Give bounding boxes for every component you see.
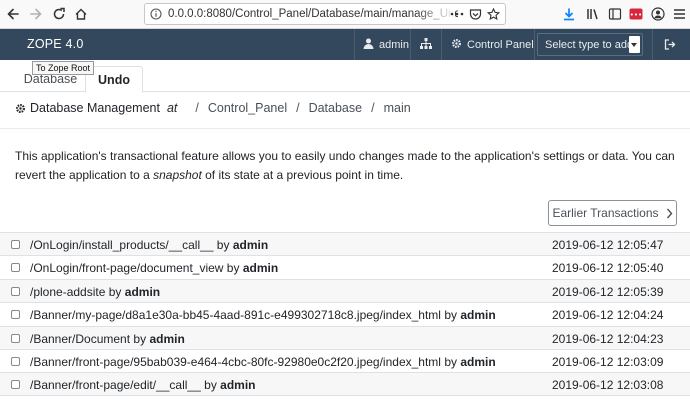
brand-logo[interactable]: ZOPE 4.0 (27, 37, 83, 51)
browser-toolbar: 0.0.0.0:8080/Control_Panel/Database/main… (0, 0, 690, 29)
transaction-path: /OnLogin/front-page/document_view (30, 261, 224, 276)
gear-icon (15, 103, 26, 114)
svg-text:•••: ••• (630, 11, 642, 19)
breadcrumb-separator: / (296, 101, 300, 115)
row-checkbox[interactable] (11, 240, 20, 249)
breadcrumb: Database Management at / Control_Panel /… (15, 101, 411, 115)
user-menu[interactable]: admin (363, 38, 409, 52)
star-icon[interactable] (485, 5, 501, 23)
extension-icon[interactable]: ••• (627, 5, 645, 23)
row-checkbox[interactable] (11, 310, 20, 320)
by-label: by (444, 354, 457, 369)
transaction-path: /OnLogin/install_products/__call__ (30, 238, 214, 252)
transaction-time: 2019-06-12 12:04:24 (552, 308, 664, 323)
chevron-down-icon (629, 36, 640, 53)
row-checkbox[interactable] (11, 263, 20, 273)
table-row[interactable]: /OnLogin/install_products/__call__ by ad… (0, 232, 690, 256)
sitemap-link[interactable] (420, 38, 432, 52)
transaction-time: 2019-06-12 12:03:09 (552, 354, 664, 369)
earlier-transactions-label: Earlier Transactions (552, 206, 659, 220)
info-icon[interactable] (148, 6, 164, 22)
by-label: by (133, 331, 147, 346)
breadcrumb-at: at (166, 101, 178, 115)
reader-icon[interactable] (606, 5, 624, 23)
account-icon[interactable] (649, 5, 667, 23)
transaction-user: admin (242, 261, 279, 276)
transaction-path: /Banner/front-page/edit/__call__ (30, 378, 201, 393)
transaction-user: admin (149, 331, 185, 346)
by-label: by (444, 308, 458, 323)
tab-bar: Database Undo (0, 60, 690, 93)
table-row[interactable]: /OnLogin/front-page/document_view by adm… (0, 255, 690, 278)
by-label: by (216, 238, 230, 252)
back-arrow-icon[interactable] (4, 5, 22, 23)
user-icon (363, 38, 374, 52)
transaction-path: /Banner/Document (30, 331, 131, 346)
transaction-user: admin (124, 284, 161, 299)
transaction-path: /Banner/my-page/d8a1e30a-bb45-4aad-891c-… (30, 308, 441, 323)
sitemap-icon (420, 38, 432, 52)
forward-arrow-icon[interactable] (27, 5, 45, 23)
tooltip: To Zope Root (32, 61, 95, 75)
library-icon[interactable] (584, 5, 602, 23)
transaction-description: /Banner/Document by admin (30, 332, 185, 346)
hamburger-menu-icon[interactable] (670, 5, 688, 23)
table-row[interactable]: /Banner/front-page/95bab039-e464-4cbc-80… (0, 348, 690, 372)
transaction-description: /OnLogin/install_products/__call__ by ad… (30, 238, 268, 252)
row-checkbox[interactable] (11, 286, 20, 296)
transaction-time: 2019-06-12 12:04:23 (552, 331, 664, 346)
breadcrumb-separator: / (371, 101, 375, 115)
transaction-description: /Banner/my-page/d8a1e30a-bb45-4aad-891c-… (30, 308, 496, 322)
page-description: This application's transactional feature… (15, 149, 675, 182)
table-row[interactable]: /plone-addsite by admin 2019-06-12 12:05:… (0, 278, 690, 303)
transaction-description: /plone-addsite by admin (30, 285, 160, 299)
breadcrumb-main[interactable]: main (384, 101, 411, 115)
row-checkbox[interactable] (11, 356, 20, 366)
breadcrumb-separator: / (195, 101, 199, 115)
control-panel-label: Control Panel (467, 39, 534, 51)
breadcrumb-control-panel[interactable]: Control_Panel (208, 101, 287, 115)
transaction-time: 2019-06-12 12:05:40 (552, 261, 664, 276)
transaction-user: admin (220, 378, 256, 393)
address-bar[interactable]: 0.0.0.0:8080/Control_Panel/Database/main… (144, 3, 506, 25)
home-icon[interactable] (72, 5, 90, 23)
divider (0, 128, 690, 129)
chevron-right-icon (666, 208, 673, 219)
transaction-user: admin (460, 308, 496, 323)
add-type-select-label: Select type to add (545, 39, 634, 51)
gear-icon (451, 38, 462, 52)
zope-navbar: ZOPE 4.0 admin Control Panel Select type… (0, 29, 690, 60)
add-type-select[interactable]: Select type to add (537, 33, 643, 56)
table-row[interactable]: /Banner/Document by admin 2019-06-12 12:0… (0, 325, 690, 349)
transaction-description: /Banner/front-page/95bab039-e464-4cbc-80… (30, 355, 496, 369)
control-panel-link[interactable]: Control Panel (451, 38, 534, 52)
by-label: by (108, 284, 122, 299)
earlier-transactions-button[interactable]: Earlier Transactions (548, 200, 677, 226)
row-checkbox[interactable] (11, 380, 20, 390)
transactions-table: /OnLogin/install_products/__call__ by ad… (0, 232, 690, 396)
transaction-description: /Banner/front-page/edit/__call__ by admi… (30, 378, 256, 392)
breadcrumb-database[interactable]: Database (309, 101, 363, 115)
download-icon[interactable] (560, 5, 578, 23)
transaction-path: /Banner/front-page/95bab039-e464-4cbc-80… (30, 354, 441, 369)
by-label: by (226, 261, 240, 276)
transaction-path: /plone-addsite (30, 284, 106, 299)
more-icon[interactable] (449, 5, 465, 23)
reload-icon[interactable] (50, 5, 68, 23)
transaction-time: 2019-06-12 12:03:08 (552, 378, 664, 393)
transaction-user: admin (232, 238, 269, 252)
by-label: by (204, 378, 217, 393)
transaction-user: admin (460, 354, 496, 369)
transaction-description: /OnLogin/front-page/document_view by adm… (30, 261, 278, 275)
table-row[interactable]: /Banner/front-page/edit/__call__ by admi… (0, 372, 690, 396)
logout-button[interactable] (664, 39, 676, 53)
page-title: Database Management (30, 101, 160, 115)
logout-icon (664, 39, 676, 53)
table-row[interactable]: /Banner/my-page/d8a1e30a-bb45-4aad-891c-… (0, 302, 690, 325)
transaction-time: 2019-06-12 12:05:47 (552, 238, 664, 252)
row-checkbox[interactable] (11, 333, 20, 343)
user-name: admin (379, 39, 409, 51)
transaction-time: 2019-06-12 12:05:39 (552, 284, 664, 299)
pocket-icon[interactable] (467, 5, 483, 23)
